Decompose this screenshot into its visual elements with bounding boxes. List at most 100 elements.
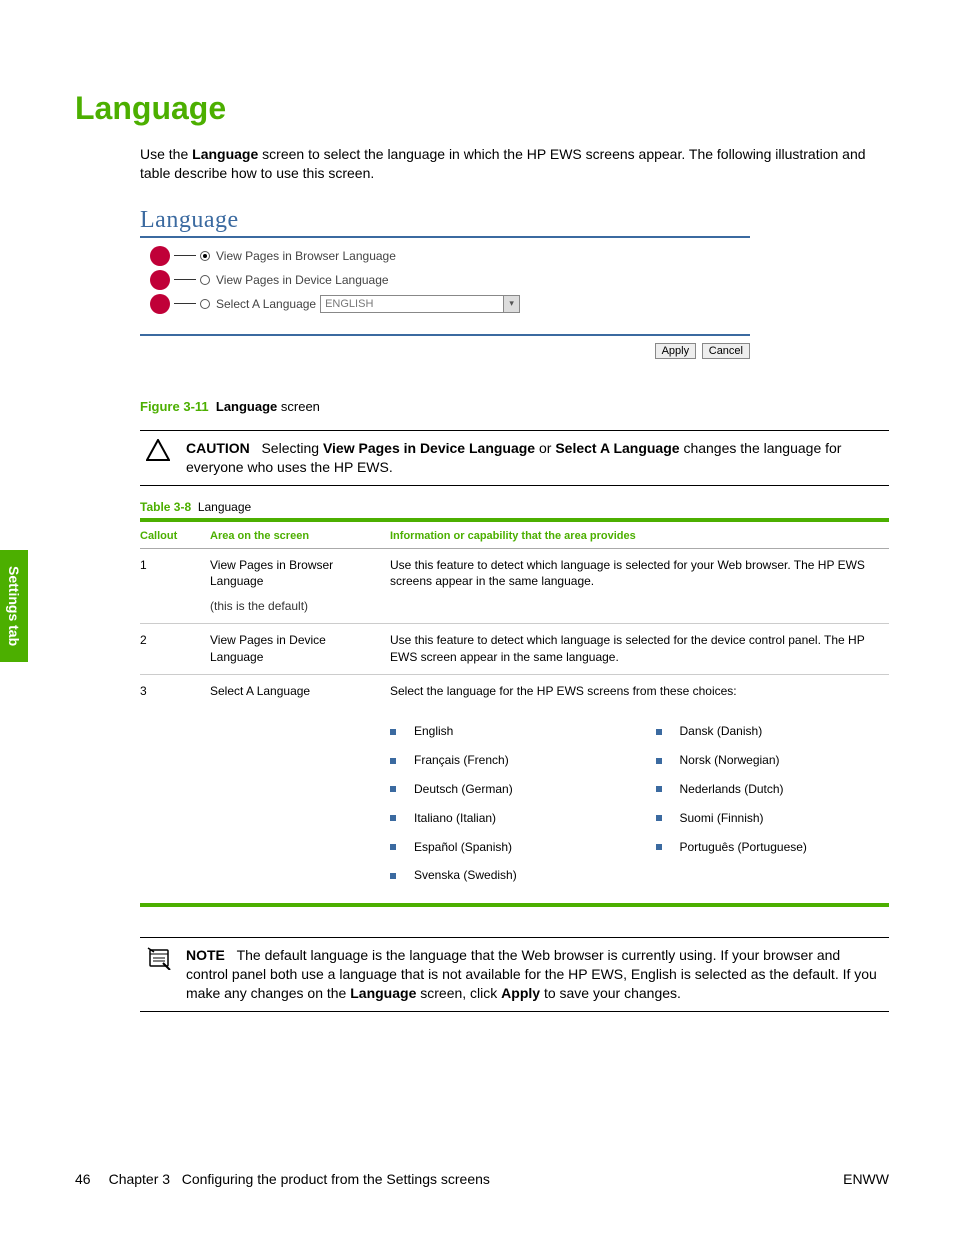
apply-button[interactable]: Apply — [655, 343, 697, 359]
list-item: Português (Portuguese) — [656, 839, 882, 856]
option-label: View Pages in Device Language — [216, 273, 389, 287]
bullet-icon — [656, 815, 662, 821]
table-number: Table 3-8 — [140, 500, 191, 514]
figure-label-rest: screen — [277, 399, 320, 414]
bullet-icon — [390, 873, 396, 879]
header-area: Area on the screen — [210, 530, 390, 542]
callout-dot-3 — [150, 294, 170, 314]
note-box: NOTE The default language is the languag… — [140, 937, 889, 1012]
lang-name: Español (Spanish) — [414, 839, 512, 856]
list-item: Italiano (Italian) — [390, 810, 616, 827]
cancel-button[interactable]: Cancel — [702, 343, 750, 359]
list-item: Nederlands (Dutch) — [656, 781, 882, 798]
note-bold1: Language — [350, 985, 416, 1001]
figure-label-bold: Language — [216, 399, 277, 414]
table-header: Callout Area on the screen Information o… — [140, 530, 889, 549]
chapter-title: Configuring the product from the Setting… — [182, 1171, 490, 1187]
option-browser-language[interactable]: View Pages in Browser Language — [150, 246, 750, 266]
screenshot-panel: Language View Pages in Browser Language … — [140, 207, 750, 359]
table-row: 2 View Pages in Device Language Use this… — [140, 624, 889, 675]
list-item: Deutsch (German) — [390, 781, 616, 798]
divider — [140, 334, 750, 336]
lang-name: Suomi (Finnish) — [680, 810, 764, 827]
connector-line — [174, 255, 196, 256]
lang-name: Italiano (Italian) — [414, 810, 496, 827]
header-info: Information or capability that the area … — [390, 530, 889, 542]
language-list: English Français (French) Deutsch (Germa… — [390, 711, 881, 896]
figure-caption: Figure 3-11 Language screen — [140, 399, 889, 414]
cell-callout: 3 — [140, 683, 210, 897]
dropdown-value: ENGLISH — [321, 298, 503, 310]
cell-area: View Pages in Device Language — [210, 632, 390, 666]
language-table: Table 3-8 Language Callout Area on the s… — [140, 500, 889, 908]
figure-number: Figure 3-11 — [140, 399, 209, 414]
cell-info: Use this feature to detect which languag… — [390, 632, 889, 666]
bullet-icon — [656, 758, 662, 764]
caution-mid: or — [535, 440, 555, 456]
bullet-icon — [390, 758, 396, 764]
cell-area-sub: (this is the default) — [210, 598, 382, 615]
note-bold2: Apply — [501, 985, 540, 1001]
page-footer: 46 Chapter 3 Configuring the product fro… — [75, 1171, 889, 1187]
radio-icon[interactable] — [200, 275, 210, 285]
table-caption: Table 3-8 Language — [140, 500, 889, 514]
note-text2: screen, click — [416, 985, 501, 1001]
table-row: 3 Select A Language Select the language … — [140, 675, 889, 905]
caution-bold2: Select A Language — [555, 440, 679, 456]
cell-area-text: View Pages in Browser Language — [210, 558, 333, 589]
bullet-icon — [390, 844, 396, 850]
radio-selected-icon[interactable] — [200, 251, 210, 261]
bullet-icon — [390, 786, 396, 792]
note-text3: to save your changes. — [540, 985, 681, 1001]
note-icon — [146, 946, 172, 1003]
table-label: Language — [198, 500, 251, 514]
callout-dot-2 — [150, 270, 170, 290]
lang-name: Français (French) — [414, 752, 509, 769]
callout-dot-1 — [150, 246, 170, 266]
page-number: 46 — [75, 1171, 91, 1187]
cell-info: Select the language for the HP EWS scree… — [390, 683, 889, 897]
list-item: Svenska (Swedish) — [390, 867, 616, 884]
lang-name: Deutsch (German) — [414, 781, 513, 798]
bullet-icon — [656, 844, 662, 850]
option-device-language[interactable]: View Pages in Device Language — [150, 270, 750, 290]
cell-callout: 1 — [140, 557, 210, 615]
caution-label: CAUTION — [186, 440, 250, 456]
caution-text: Selecting — [261, 440, 322, 456]
table-bottom-border — [140, 903, 889, 907]
list-item: Suomi (Finnish) — [656, 810, 882, 827]
table-top-border — [140, 518, 889, 522]
footer-right: ENWW — [843, 1171, 889, 1187]
cell-callout: 2 — [140, 632, 210, 666]
radio-icon[interactable] — [200, 299, 210, 309]
list-item: Français (French) — [390, 752, 616, 769]
page-heading: Language — [75, 90, 889, 127]
note-label: NOTE — [186, 947, 225, 963]
list-item: Español (Spanish) — [390, 839, 616, 856]
connector-line — [174, 303, 196, 304]
cell-area: Select A Language — [210, 683, 390, 897]
intro-text: Use the — [140, 146, 192, 162]
lang-name: English — [414, 723, 453, 740]
option-select-language[interactable]: Select A Language ENGLISH ▾ — [150, 294, 750, 314]
caution-icon — [146, 439, 172, 477]
chevron-down-icon[interactable]: ▾ — [503, 296, 519, 312]
list-item: English — [390, 723, 616, 740]
lang-name: Dansk (Danish) — [680, 723, 763, 740]
option-label: View Pages in Browser Language — [216, 249, 396, 263]
cell-info-text: Select the language for the HP EWS scree… — [390, 684, 737, 698]
cell-area: View Pages in Browser Language (this is … — [210, 557, 390, 615]
chapter-label: Chapter 3 — [109, 1171, 170, 1187]
bullet-icon — [656, 729, 662, 735]
table-row: 1 View Pages in Browser Language (this i… — [140, 549, 889, 624]
intro-bold: Language — [192, 146, 258, 162]
intro-paragraph: Use the Language screen to select the la… — [140, 145, 889, 183]
bullet-icon — [390, 729, 396, 735]
lang-name: Português (Portuguese) — [680, 839, 807, 856]
cell-info: Use this feature to detect which languag… — [390, 557, 889, 615]
list-item: Norsk (Norwegian) — [656, 752, 882, 769]
connector-line — [174, 279, 196, 280]
lang-name: Nederlands (Dutch) — [680, 781, 784, 798]
header-callout: Callout — [140, 530, 210, 542]
language-dropdown[interactable]: ENGLISH ▾ — [320, 295, 520, 313]
